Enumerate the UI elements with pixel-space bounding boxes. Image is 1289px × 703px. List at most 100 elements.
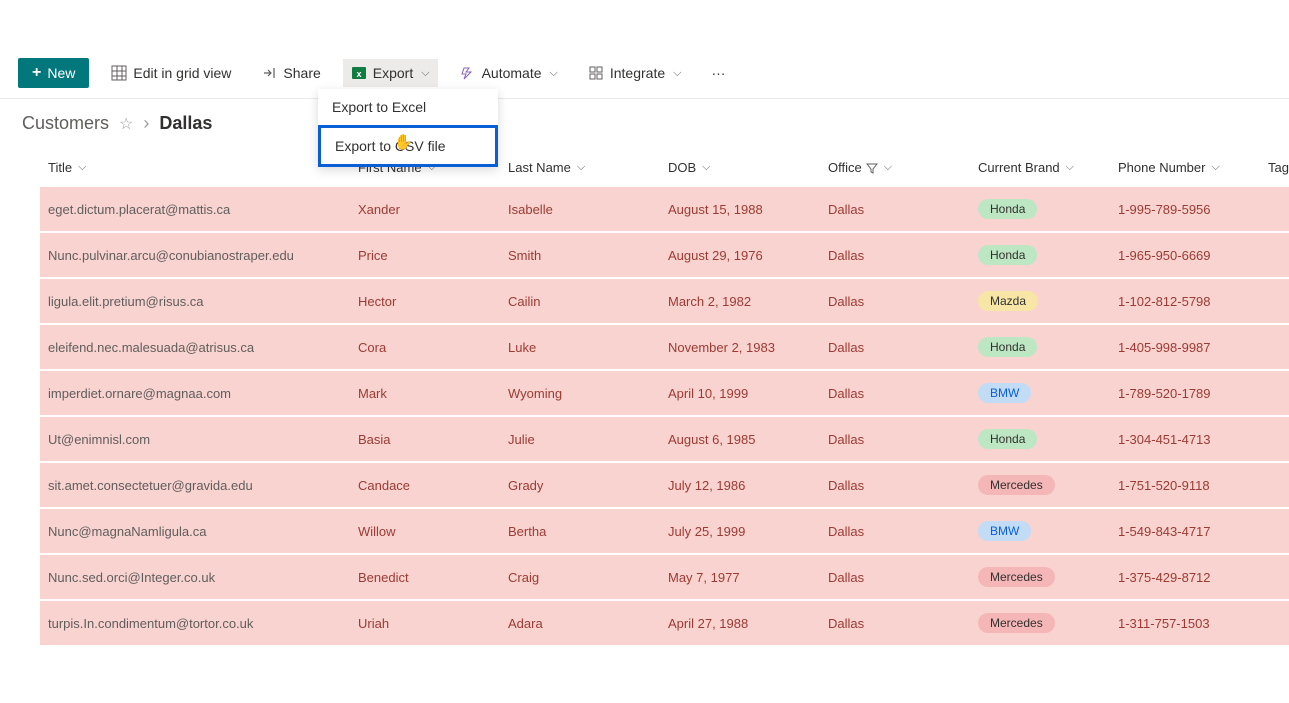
breadcrumb-separator: › — [143, 113, 149, 134]
cell-dob: July 12, 1986 — [660, 462, 820, 508]
cell-last-name: Isabelle — [500, 187, 660, 232]
chevron-down-icon: ⌵ — [577, 161, 585, 174]
breadcrumb: Customers ☆ › Dallas — [0, 99, 1289, 148]
export-excel-item[interactable]: Export to Excel — [318, 89, 498, 125]
cell-last-name: Bertha — [500, 508, 660, 554]
chevron-down-icon: ⌵ — [421, 67, 429, 80]
cell-office: Dallas — [820, 508, 970, 554]
new-button-label: New — [47, 65, 75, 81]
cell-phone: 1-965-950-6669 — [1110, 232, 1260, 278]
brand-pill: Honda — [978, 199, 1037, 219]
cell-first-name: Basia — [350, 416, 500, 462]
cell-dob: July 25, 1999 — [660, 508, 820, 554]
cell-tags — [1260, 232, 1289, 278]
cell-phone: 1-311-757-1503 — [1110, 600, 1260, 646]
breadcrumb-list[interactable]: Customers — [22, 113, 109, 134]
chevron-down-icon: ⌵ — [1066, 161, 1074, 174]
cell-title: eleifend.nec.malesuada@atrisus.ca — [48, 340, 254, 355]
cell-dob: August 6, 1985 — [660, 416, 820, 462]
brand-pill: Mercedes — [978, 613, 1055, 633]
cell-dob: May 7, 1977 — [660, 554, 820, 600]
cell-office: Dallas — [820, 232, 970, 278]
cell-tags — [1260, 600, 1289, 646]
table-row[interactable]: ligula.elit.pretium@risus.caHectorCailin… — [40, 278, 1289, 324]
ellipsis-icon: ··· — [711, 65, 725, 81]
table-row[interactable]: eleifend.nec.malesuada@atrisus.ca CoraLuk… — [40, 324, 1289, 370]
share-button[interactable]: Share — [253, 59, 328, 87]
column-header-tags[interactable]: Tags — [1268, 160, 1289, 175]
export-csv-item[interactable]: Export to CSV file ✋ — [318, 125, 498, 167]
column-header-office[interactable]: Office⌵ — [828, 160, 962, 175]
cell-tags — [1260, 370, 1289, 416]
table-row[interactable]: Ut@enimnisl.com BasiaJulieAugust 6, 1985D… — [40, 416, 1289, 462]
favorite-icon[interactable]: ☆ — [119, 114, 133, 134]
cell-last-name: Wyoming — [500, 370, 660, 416]
cell-title: turpis.In.condimentum@tortor.co.uk — [48, 616, 253, 631]
plus-icon: + — [32, 65, 41, 81]
cell-tags — [1260, 324, 1289, 370]
table-row[interactable]: Nunc.pulvinar.arcu@conubianostraper.eduP… — [40, 232, 1289, 278]
table-row[interactable]: eget.dictum.placerat@mattis.caXanderIsab… — [40, 187, 1289, 232]
breadcrumb-view: Dallas — [159, 113, 212, 134]
cell-tags — [1260, 187, 1289, 232]
edit-grid-button[interactable]: Edit in grid view — [103, 59, 239, 87]
cell-first-name: Xander — [350, 187, 500, 232]
cell-first-name: Mark — [350, 370, 500, 416]
table-row[interactable]: Nunc@magnaNamligula.caWillowBerthaJuly 2… — [40, 508, 1289, 554]
chevron-down-icon: ⌵ — [1211, 161, 1219, 174]
automate-button[interactable]: Automate ⌵ — [452, 59, 566, 87]
brand-pill: Honda — [978, 337, 1037, 357]
column-header-title[interactable]: Title⌵ — [48, 160, 342, 175]
brand-pill: Mazda — [978, 291, 1038, 311]
cell-office: Dallas — [820, 187, 970, 232]
new-button[interactable]: + New — [18, 58, 89, 88]
cell-title: ligula.elit.pretium@risus.ca — [48, 294, 204, 309]
column-header-last-name[interactable]: Last Name⌵ — [508, 160, 652, 175]
cell-phone: 1-102-812-5798 — [1110, 278, 1260, 324]
cell-dob: August 29, 1976 — [660, 232, 820, 278]
export-button[interactable]: x Export ⌵ — [343, 59, 438, 87]
integrate-icon — [588, 65, 604, 81]
brand-pill: Mercedes — [978, 567, 1055, 587]
export-dropdown: Export to Excel Export to CSV file ✋ — [318, 89, 498, 167]
cell-office: Dallas — [820, 462, 970, 508]
cell-office: Dallas — [820, 416, 970, 462]
table-row[interactable]: sit.amet.consectetuer@gravida.edu Candace… — [40, 462, 1289, 508]
cell-phone: 1-375-429-8712 — [1110, 554, 1260, 600]
cell-dob: March 2, 1982 — [660, 278, 820, 324]
cell-phone: 1-789-520-1789 — [1110, 370, 1260, 416]
table-row[interactable]: Nunc.sed.orci@Integer.co.ukBenedictCraig… — [40, 554, 1289, 600]
cell-office: Dallas — [820, 554, 970, 600]
edit-grid-label: Edit in grid view — [133, 65, 231, 81]
cell-office: Dallas — [820, 278, 970, 324]
filter-icon — [866, 162, 878, 174]
brand-pill: Mercedes — [978, 475, 1055, 495]
cell-phone: 1-405-998-9987 — [1110, 324, 1260, 370]
cell-last-name: Luke — [500, 324, 660, 370]
column-header-brand[interactable]: Current Brand⌵ — [978, 160, 1102, 175]
cell-dob: April 10, 1999 — [660, 370, 820, 416]
cell-first-name: Hector — [350, 278, 500, 324]
more-button[interactable]: ··· — [703, 59, 733, 87]
chevron-down-icon: ⌵ — [884, 161, 892, 174]
brand-pill: BMW — [978, 383, 1031, 403]
cell-last-name: Julie — [500, 416, 660, 462]
table-row[interactable]: imperdiet.ornare@magnaa.comMarkWyomingAp… — [40, 370, 1289, 416]
data-table: Title⌵ First Name⌵ Last Name⌵ DOB⌵ Offic… — [40, 148, 1289, 647]
cell-phone: 1-304-451-4713 — [1110, 416, 1260, 462]
cell-phone: 1-995-789-5956 — [1110, 187, 1260, 232]
chevron-down-icon: ⌵ — [673, 67, 681, 80]
cell-phone: 1-751-520-9118 — [1110, 462, 1260, 508]
column-header-phone[interactable]: Phone Number⌵ — [1118, 160, 1252, 175]
cell-office: Dallas — [820, 370, 970, 416]
column-header-dob[interactable]: DOB⌵ — [668, 160, 812, 175]
cell-first-name: Candace — [350, 462, 500, 508]
cell-first-name: Benedict — [350, 554, 500, 600]
export-label: Export — [373, 65, 413, 81]
cell-title: sit.amet.consectetuer@gravida.edu — [48, 478, 253, 493]
table-row[interactable]: turpis.In.condimentum@tortor.co.ukUriahA… — [40, 600, 1289, 646]
cell-title: Ut@enimnisl.com — [48, 432, 150, 447]
cell-dob: August 15, 1988 — [660, 187, 820, 232]
cell-first-name: Cora — [350, 324, 500, 370]
integrate-button[interactable]: Integrate ⌵ — [580, 59, 690, 87]
